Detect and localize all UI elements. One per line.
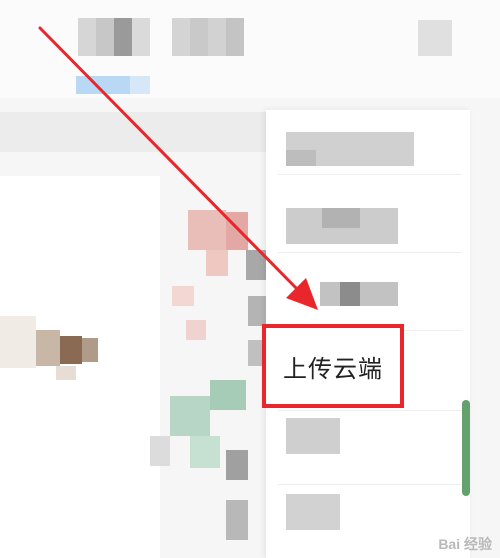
- watermark: Bai 经验: [438, 536, 492, 552]
- annotation-arrow-icon: [38, 26, 318, 310]
- arrow-shaft: [38, 26, 302, 294]
